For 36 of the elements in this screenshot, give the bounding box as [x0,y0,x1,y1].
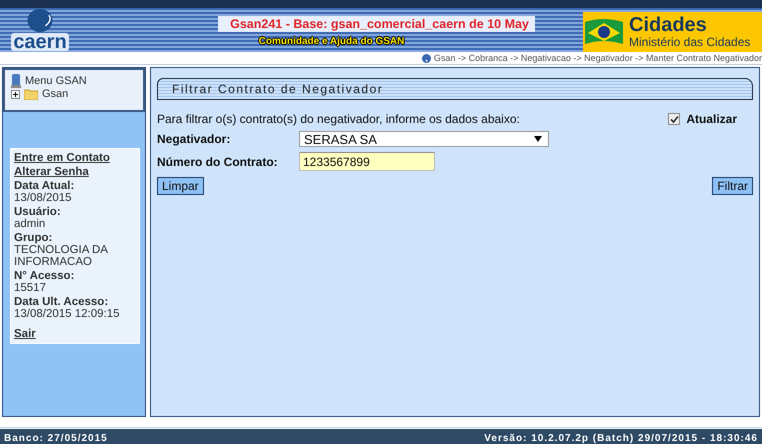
info-label: Data Ult. Acesso: [14,296,110,308]
breadcrumb: Gsan -> Cobranca -> Negativacao -> Negativador -> Manter Contrato Negativador [434,53,762,63]
checkbox-label: Atualizar [686,112,737,126]
logout-link[interactable]: Sair [14,328,136,340]
caret-icon [534,136,542,142]
help-icon[interactable] [422,54,431,62]
version-info: Versão: 10.2.07.2p (Batch) 29/07/2015 - 18:30:46 [484,432,758,444]
input-field[interactable]: 1233567899 [299,152,435,171]
form-title: Filtrar Contrato de Negativador [157,78,753,100]
menu-title: Menu GSAN [25,75,87,87]
ministry-subtitle: Ministério das Cidades [629,35,750,49]
expand-icon[interactable] [11,90,20,98]
checkbox[interactable] [668,113,680,125]
instructions: Para filtrar o(s) contrato(s) do negativador, informe os dados abaixo: [157,112,521,126]
info-label: Grupo: [14,232,54,244]
tree-item[interactable]: Gsan [42,88,68,100]
filter-button[interactable]: Filtrar [712,177,753,195]
clear-button[interactable]: Limpar [157,177,204,195]
info-value: 13/08/2015 [14,192,73,204]
folder-icon [24,88,38,100]
field-label: Número do Contrato: [157,154,279,168]
info-label: Usuário: [14,206,62,218]
info-value: admin [14,218,46,230]
database-date: Banco: 27/05/2015 [4,432,108,444]
info-label: Data Atual: [14,180,76,192]
logo-text: caern [11,33,69,51]
system-title: Gsan241 - Base: gsan_comercial_caern de 10 May [218,16,535,32]
info-value: 13/08/2015 12:09:15 [14,308,121,320]
ministry-title: Cidades [629,15,708,35]
info-value: TECNOLOGIA DA INFORMACAO [14,244,109,268]
link[interactable]: Alterar Senha [14,166,136,178]
info-label: N° Acesso: [14,270,76,282]
dropdown[interactable]: SERASA SA [299,131,549,147]
info-value: 15517 [14,282,47,294]
field-label: Negativador: [157,132,232,146]
link[interactable]: Entre em Contato [14,152,136,164]
